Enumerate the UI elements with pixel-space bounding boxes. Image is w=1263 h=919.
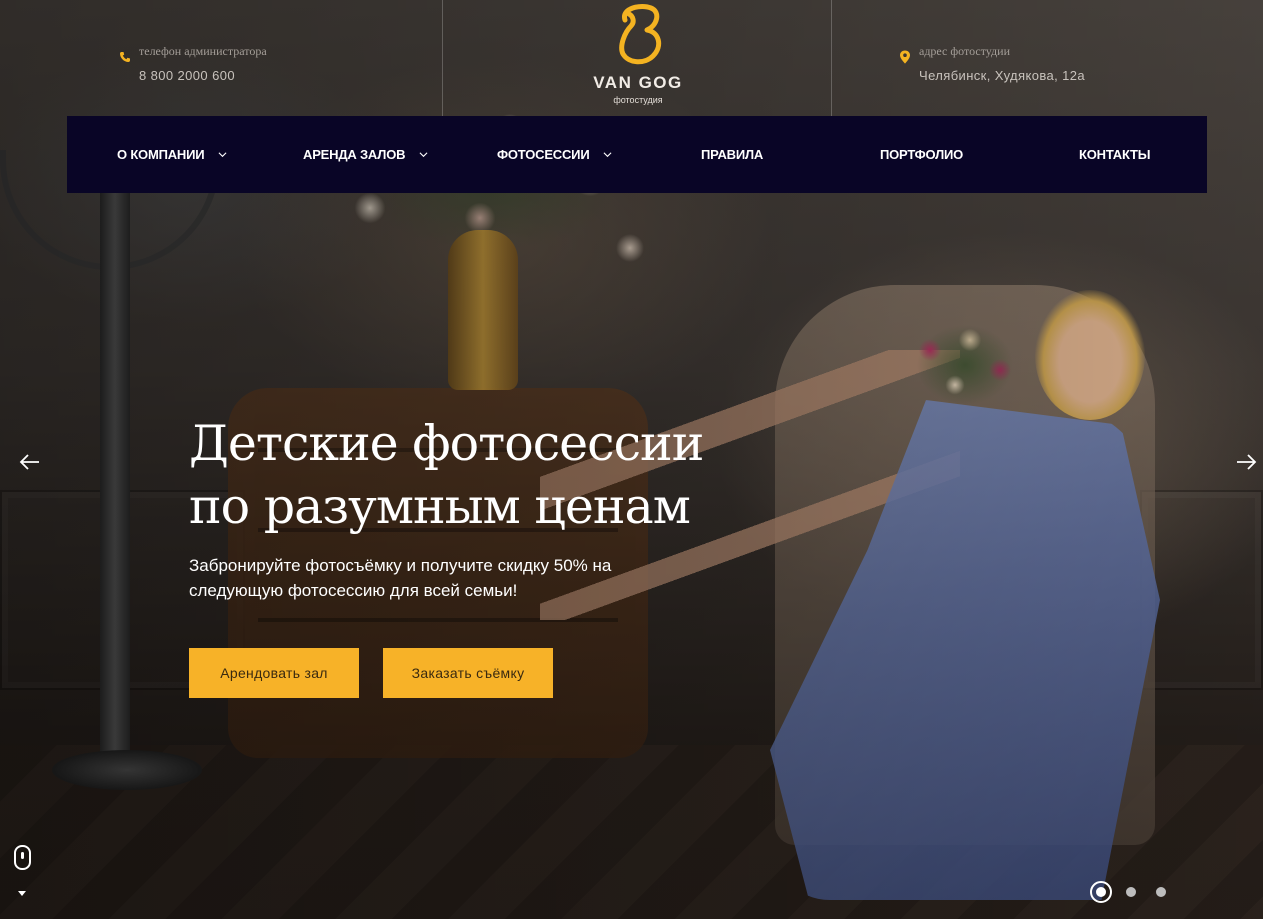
nav-item-label: О компании — [117, 147, 205, 162]
nav-item-about[interactable]: О компании — [117, 116, 227, 193]
nav-item-label: Контакты — [1079, 147, 1151, 162]
nav-item-rules[interactable]: Правила — [701, 116, 763, 193]
hero-title: Детские фотосессии по разумным ценам — [189, 412, 789, 538]
nav-item-label: Правила — [701, 147, 764, 162]
logo-b-icon — [619, 4, 662, 65]
logo[interactable]: VAN GOG фотостудия — [580, 2, 696, 112]
nav-item-label: Портфолио — [880, 147, 964, 162]
phone-label: телефон администратора — [139, 44, 267, 58]
rent-hall-button[interactable]: Арендовать зал — [189, 648, 359, 698]
divider — [831, 0, 832, 116]
phone-number[interactable]: 8 800 2000 600 — [139, 68, 235, 83]
chevron-down-icon — [419, 152, 428, 158]
address-label: адрес фотостудии — [919, 44, 1010, 58]
divider — [442, 0, 443, 116]
hero-title-line: Детские фотосессии — [189, 415, 704, 472]
nav-item-label: Фотосессии — [497, 147, 590, 162]
chevron-down-icon — [218, 152, 227, 158]
main-nav: О компании Аренда залов Фотосессии Прави… — [67, 116, 1207, 193]
map-pin-icon — [900, 50, 910, 64]
arrow-right-icon[interactable] — [1235, 452, 1257, 472]
top-header: телефон администратора 8 800 2000 600 VA… — [0, 0, 1263, 116]
slider-dot-1[interactable] — [1090, 881, 1112, 903]
address-value: Челябинск, Худякова, 12а — [919, 68, 1086, 83]
mouse-scroll-icon[interactable] — [14, 845, 31, 870]
chevron-down-icon — [603, 152, 612, 158]
logo-name: VAN GOG — [593, 73, 683, 92]
logo-subtitle: фотостудия — [613, 95, 663, 105]
nav-item-halls[interactable]: Аренда залов — [303, 116, 428, 193]
hero-subtitle: Забронируйте фотосъёмку и получите скидк… — [189, 556, 612, 600]
arrow-left-icon[interactable] — [19, 452, 41, 472]
nav-item-contacts[interactable]: Контакты — [1079, 116, 1150, 193]
nav-item-photosessions[interactable]: Фотосессии — [497, 116, 612, 193]
scroll-down-icon[interactable] — [18, 891, 26, 896]
nav-item-label: Аренда залов — [303, 147, 406, 162]
hero-title-line: по разумным ценам — [189, 478, 691, 535]
slider-pagination — [1090, 881, 1170, 903]
slider-dot-2[interactable] — [1126, 887, 1136, 897]
phone-icon — [120, 52, 130, 62]
slider-dot-3[interactable] — [1156, 887, 1166, 897]
nav-item-portfolio[interactable]: Портфолио — [880, 116, 963, 193]
order-shoot-button[interactable]: Заказать съёмку — [383, 648, 553, 698]
